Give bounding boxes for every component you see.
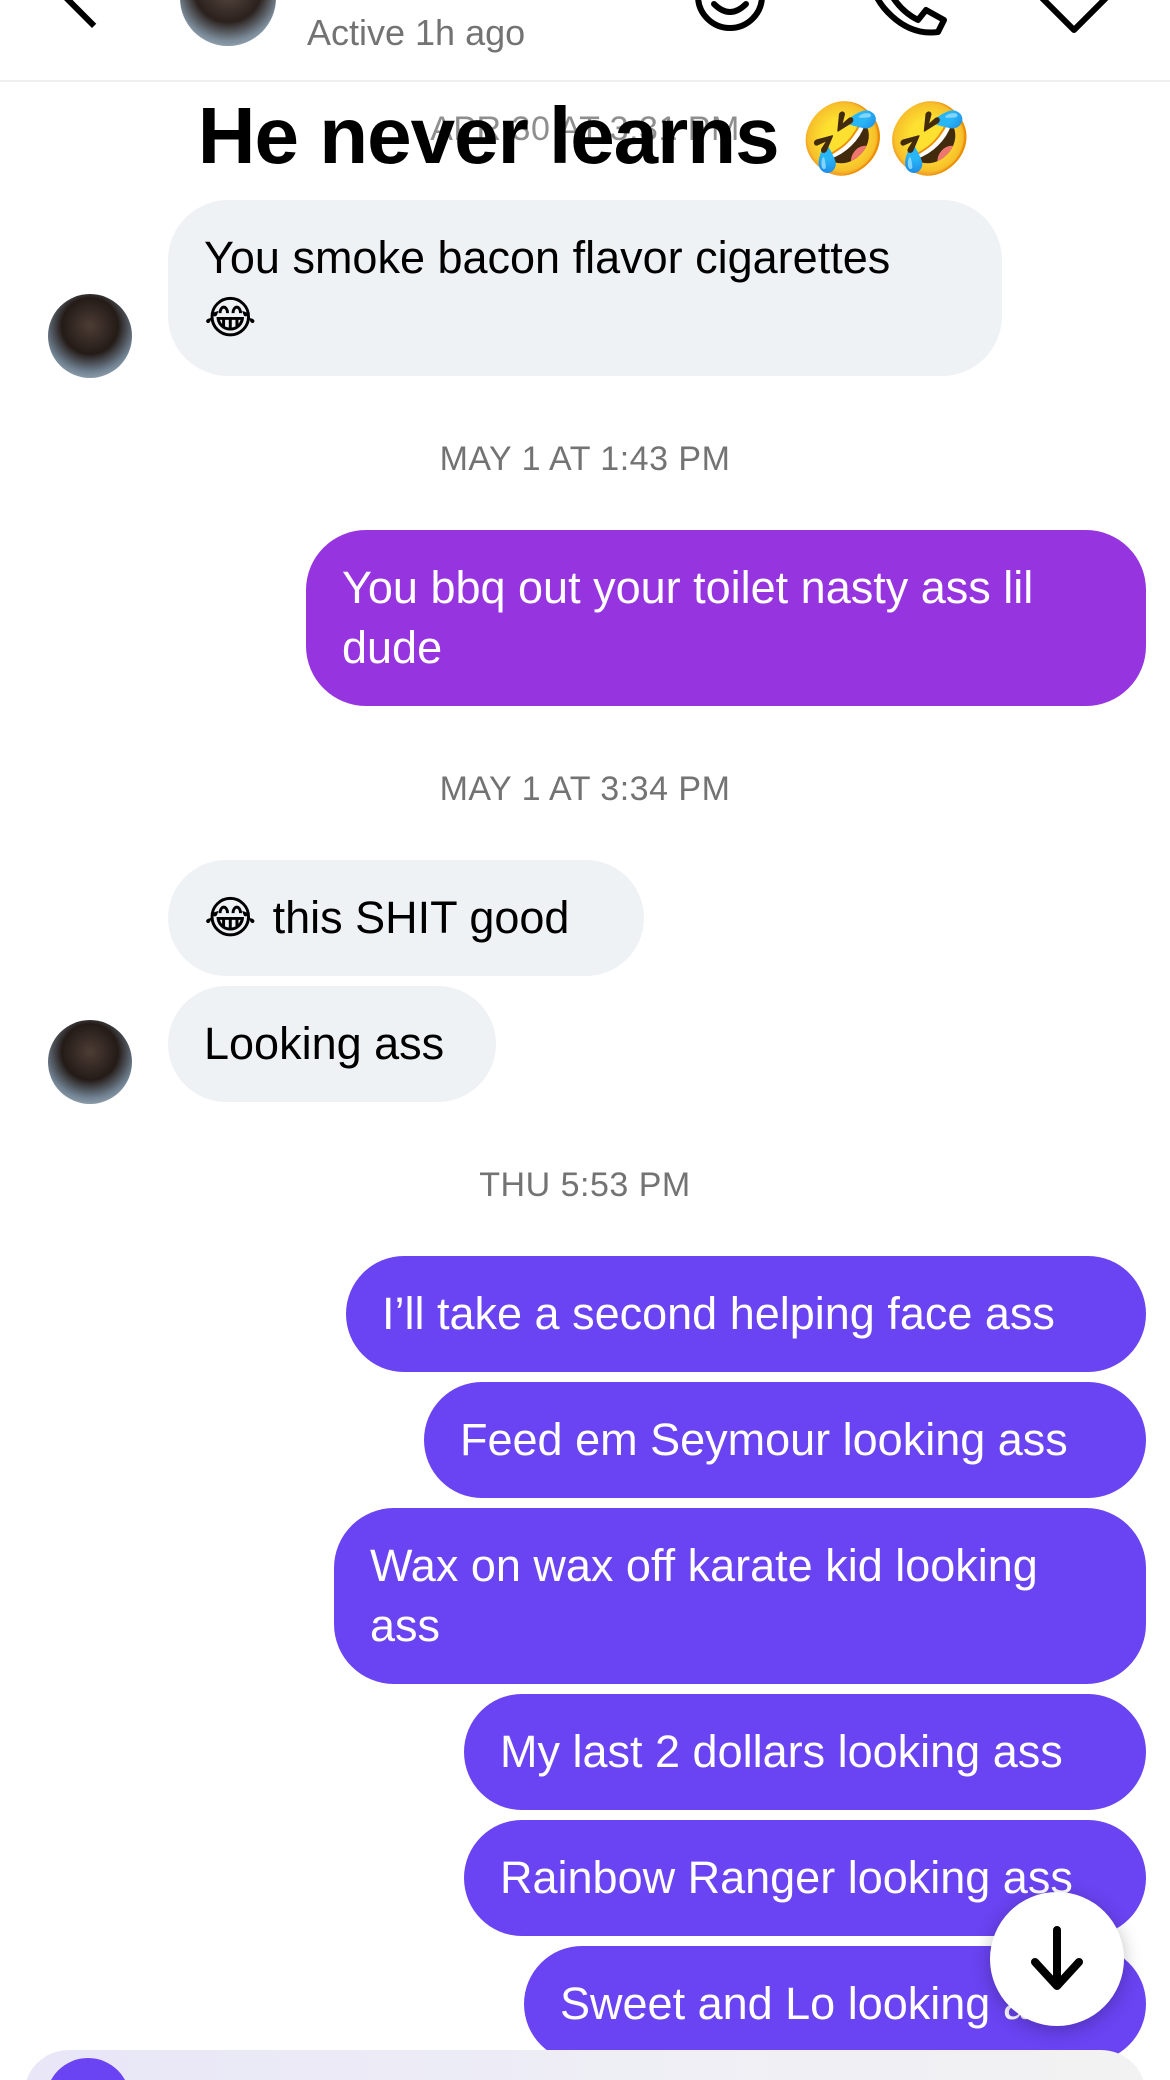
caption-text: He never learns [197,91,780,180]
caption-emoji: 🤣🤣 [799,98,973,180]
message-text-line1: You bbq out your toilet nasty ass lil [342,562,1034,613]
sender-avatar[interactable] [48,1020,132,1104]
incoming-message[interactable]: 😂 this SHIT good [168,860,644,976]
message-text-line2: ass [370,1600,441,1651]
profile-avatar[interactable] [180,0,276,46]
message-text: Looking ass [204,1018,445,1069]
chat-header: Active 1h ago [0,0,1170,82]
message-emoji: 😂 [204,291,257,344]
phone-icon[interactable] [868,0,948,36]
outgoing-message[interactable]: You bbq out your toilet nasty ass lil du… [306,530,1146,706]
message-emoji: 😂 [204,891,257,944]
scroll-to-bottom-button[interactable] [990,1892,1124,2026]
message-text-line1: Wax on wax off karate kid looking [370,1540,1038,1591]
timestamp: MAY 1 AT 1:43 PM [439,440,731,478]
message-text: Feed em Seymour looking ass [460,1414,1068,1465]
message-text: this SHIT good [272,892,570,943]
message-text: Rainbow Ranger looking ass [500,1852,1073,1903]
outgoing-message[interactable]: Feed em Seymour looking ass [424,1382,1146,1498]
message-text: I’ll take a second helping face ass [382,1288,1055,1339]
outgoing-message[interactable]: My last 2 dollars looking ass [464,1694,1146,1810]
active-status: Active 1h ago [307,12,526,53]
outgoing-message[interactable]: Wax on wax off karate kid looking ass [334,1508,1146,1684]
incoming-message[interactable]: You smoke bacon flavor cigarettes 😂 [168,200,1002,376]
message-text: You smoke bacon flavor cigarettes [204,232,891,283]
video-icon[interactable] [1034,0,1114,36]
outgoing-message[interactable]: I’ll take a second helping face ass [346,1256,1146,1372]
sticker-icon[interactable] [690,0,770,36]
back-chevron-icon[interactable] [58,0,126,28]
overlay-caption: He never learns 🤣🤣 [0,90,1170,182]
timestamp: MAY 1 AT 3:34 PM [439,770,731,808]
timestamp: THU 5:53 PM [479,1166,691,1204]
message-composer[interactable] [24,2050,1146,2080]
incoming-message[interactable]: Looking ass [168,986,496,1102]
sender-avatar[interactable] [48,294,132,378]
message-text: My last 2 dollars looking ass [500,1726,1063,1777]
message-text-line2: dude [342,622,443,673]
arrow-down-icon [1031,1926,1083,1990]
